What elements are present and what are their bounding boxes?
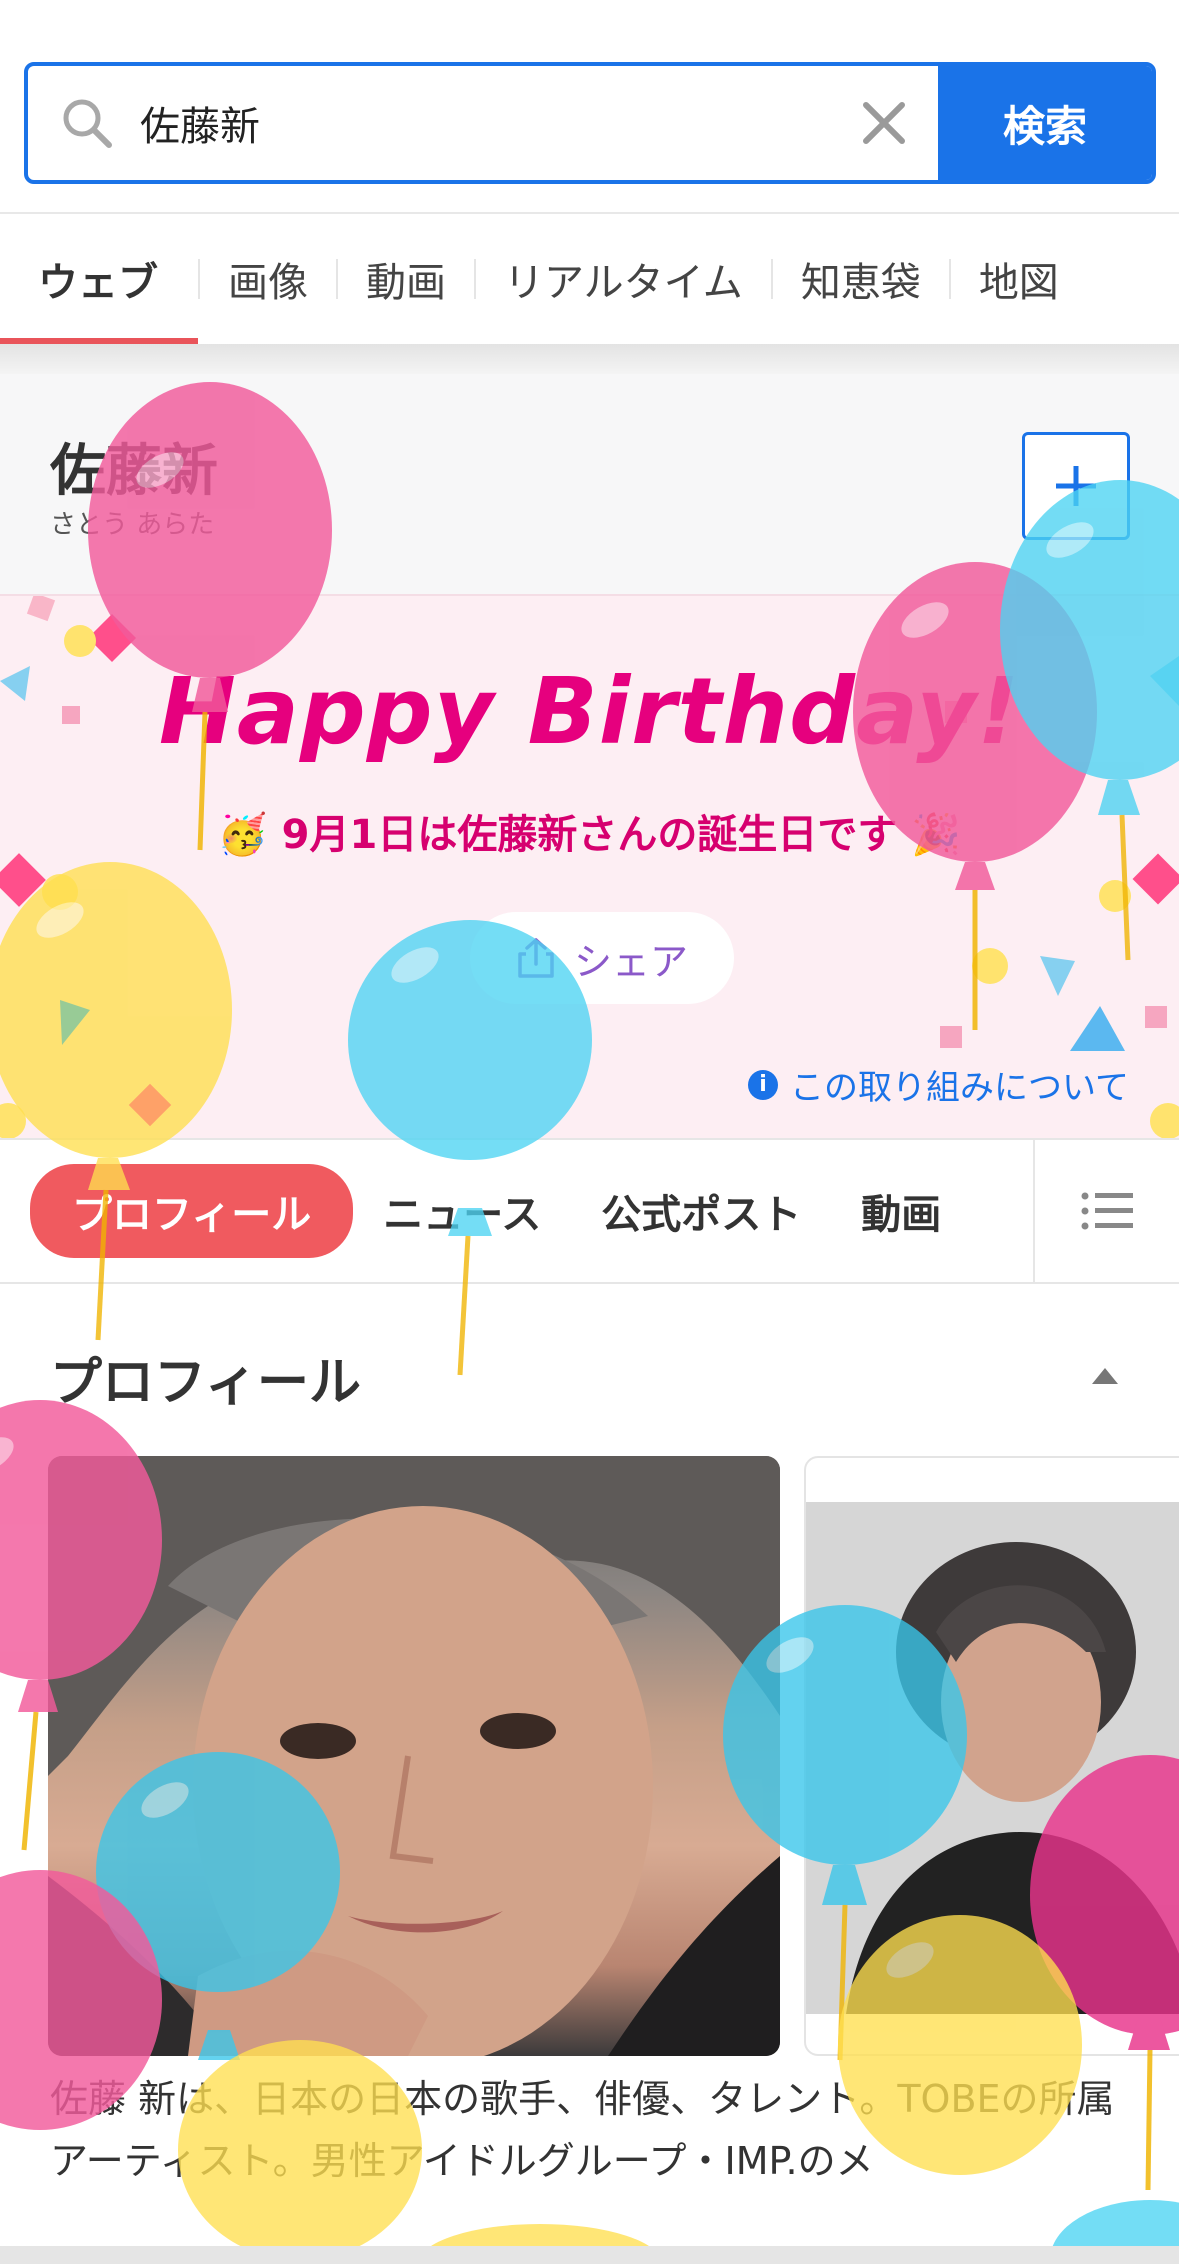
- tab-chiebukuro[interactable]: 知恵袋: [773, 214, 949, 344]
- party-face-icon: 🥳: [217, 812, 282, 858]
- tab-videos[interactable]: 動画: [338, 214, 474, 344]
- profile-heading: プロフィール: [50, 1353, 361, 1413]
- profile-description: 佐藤 新は、日本の日本の歌手、俳優、タレント。TOBEの所属アーティスト。男性ア…: [50, 2077, 1115, 2183]
- portrait-secondary-illustration: [806, 1502, 1179, 2014]
- search-button[interactable]: 検索: [938, 66, 1152, 180]
- tab-web[interactable]: ウェブ: [0, 214, 198, 344]
- clear-icon[interactable]: [860, 99, 908, 147]
- entity-reading: さとう あらた: [50, 510, 215, 540]
- birthday-subtitle-text: 9月1日は佐藤新さんの誕生日です: [281, 812, 898, 858]
- birthday-banner: Happy Birthday! 🥳 9月1日は佐藤新さんの誕生日です 🎉 シェア…: [0, 594, 1179, 1138]
- share-button[interactable]: シェア: [470, 912, 734, 1004]
- profile-photo-secondary[interactable]: [804, 1456, 1179, 2056]
- profile-photo-main[interactable]: [48, 1456, 780, 2056]
- section-tab-news[interactable]: ニュース: [353, 1182, 571, 1240]
- share-label: シェア: [573, 939, 688, 984]
- info-icon: i: [748, 1069, 779, 1100]
- list-icon: [1081, 1192, 1133, 1230]
- entity-name: 佐藤新: [50, 439, 218, 504]
- plus-icon: [1056, 466, 1096, 506]
- follow-button[interactable]: [1022, 432, 1130, 540]
- bottom-bar: [0, 2246, 1179, 2264]
- collapse-triangle-icon[interactable]: [1090, 1366, 1120, 1386]
- share-icon: [518, 938, 554, 978]
- birthday-subtitle: 🥳 9月1日は佐藤新さんの誕生日です 🎉: [0, 802, 1179, 860]
- about-initiative-link[interactable]: i この取り組みについて: [748, 1060, 1129, 1109]
- tab-realtime[interactable]: リアルタイム: [476, 214, 771, 344]
- about-label: この取り組みについて: [790, 1068, 1129, 1108]
- search-input[interactable]: [140, 100, 840, 146]
- section-nav: プロフィール ニュース 公式ポスト 動画: [0, 1138, 1179, 1284]
- tabs-shadow: [0, 344, 1179, 374]
- tab-images[interactable]: 画像: [200, 214, 336, 344]
- search-bar: 検索: [24, 62, 1156, 184]
- section-tab-official-posts[interactable]: 公式ポスト: [571, 1182, 831, 1240]
- search-tabs: ウェブ 画像 動画 リアルタイム 知恵袋 地図: [0, 212, 1179, 344]
- section-tab-profile[interactable]: プロフィール: [30, 1164, 354, 1258]
- section-tab-videos[interactable]: 動画: [831, 1182, 971, 1240]
- search-field[interactable]: [28, 66, 938, 180]
- entity-header: 佐藤新 さとう あらた: [0, 374, 1179, 594]
- portrait-illustration: [48, 1456, 780, 2056]
- search-icon: [63, 99, 112, 148]
- party-popper-icon: 🎉: [897, 812, 962, 858]
- tab-map[interactable]: 地図: [951, 214, 1087, 344]
- section-menu-button[interactable]: [1033, 1140, 1179, 1282]
- photo-secondary-image: [806, 1502, 1179, 2014]
- birthday-title: Happy Birthday!: [158, 658, 1021, 765]
